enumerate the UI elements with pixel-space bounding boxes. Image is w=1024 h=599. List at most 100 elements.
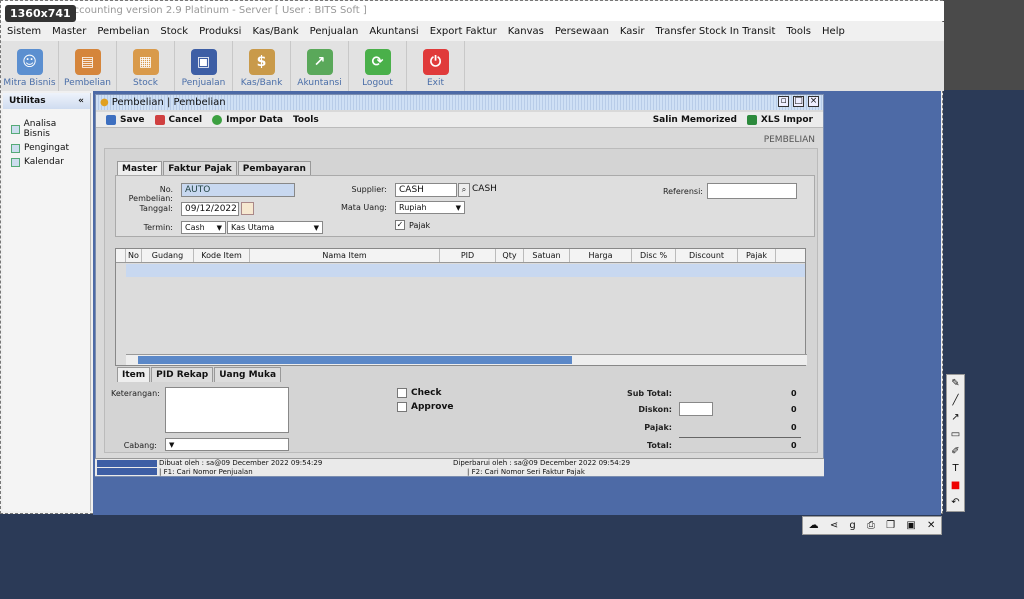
- pembelian-window: ● Pembelian | Pembelian ▫ □ × Save Cance…: [95, 94, 824, 477]
- form-tabs: Master Faktur Pajak Pembayaran: [117, 161, 312, 176]
- copy-icon[interactable]: ❐: [886, 520, 895, 531]
- toolbar-mitra-bisnis-button[interactable]: ☺ Mitra Bisnis: [1, 41, 59, 91]
- bar-chart-icon: [11, 124, 20, 134]
- termin-select[interactable]: Cash: [181, 221, 226, 234]
- keterangan-textarea[interactable]: [165, 387, 289, 433]
- print-icon[interactable]: ⎙: [867, 520, 875, 531]
- tab-uang-muka[interactable]: Uang Muka: [214, 367, 282, 382]
- share-icon[interactable]: ⋖: [830, 520, 838, 531]
- sidebar-item-analisa-bisnis[interactable]: Analisa Bisnis: [3, 117, 90, 141]
- menu-stock[interactable]: Stock: [160, 26, 188, 37]
- mata-uang-select[interactable]: Rupiah: [395, 201, 465, 214]
- col-harga[interactable]: Harga: [570, 249, 632, 262]
- tab-faktur-pajak[interactable]: Faktur Pajak: [163, 161, 237, 176]
- save-button[interactable]: Save: [106, 114, 145, 125]
- toolbar-penjualan-button[interactable]: ▣ Penjualan: [175, 41, 233, 91]
- menu-transfer-stock[interactable]: Transfer Stock In Transit: [656, 26, 776, 37]
- menu-produksi[interactable]: Produksi: [199, 26, 241, 37]
- menu-kanvas[interactable]: Kanvas: [508, 26, 544, 37]
- toolbar-logout-button[interactable]: ⟳ Logout: [349, 41, 407, 91]
- cabang-select[interactable]: [165, 438, 289, 451]
- col-satuan[interactable]: Satuan: [524, 249, 570, 262]
- horizontal-scrollbar[interactable]: [126, 354, 807, 365]
- menu-sistem[interactable]: Sistem: [7, 26, 41, 37]
- supplier-field[interactable]: CASH: [395, 183, 457, 197]
- cloud-upload-icon[interactable]: ☁: [809, 520, 819, 531]
- menu-help[interactable]: Help: [822, 26, 845, 37]
- toolbar-stock-button[interactable]: ▦ Stock: [117, 41, 175, 91]
- tab-master[interactable]: Master: [117, 161, 163, 176]
- toolbar-exit-button[interactable]: ⏻ Exit: [407, 41, 465, 91]
- col-gudang[interactable]: Gudang: [142, 249, 194, 262]
- referensi-field[interactable]: [707, 183, 797, 199]
- kas-select[interactable]: Kas Utama: [227, 221, 323, 234]
- google-icon[interactable]: g: [849, 520, 855, 531]
- cancel-button[interactable]: Cancel: [154, 114, 202, 125]
- salin-memorized-button[interactable]: Salin Memorized: [653, 115, 737, 125]
- diskon-field[interactable]: [679, 402, 713, 416]
- no-pembelian-label: No. Pembelian:: [128, 185, 173, 203]
- window-title: Pembelian | Pembelian: [111, 97, 226, 108]
- col-disc-pct[interactable]: Disc %: [632, 249, 676, 262]
- col-discount[interactable]: Discount: [676, 249, 738, 262]
- search-icon[interactable]: ⌕: [458, 183, 470, 197]
- menu-pembelian[interactable]: Pembelian: [97, 26, 149, 37]
- save-icon[interactable]: ▣: [906, 520, 915, 531]
- menu-master[interactable]: Master: [52, 26, 86, 37]
- xls-impor-button[interactable]: XLS Impor: [746, 114, 813, 125]
- menu-persewaan[interactable]: Persewaan: [555, 26, 609, 37]
- toolbar-pembelian-button[interactable]: ▤ Pembelian: [59, 41, 117, 91]
- close-icon[interactable]: ✕: [927, 520, 935, 531]
- total-divider: [679, 437, 801, 438]
- restore-icon[interactable]: ▫: [778, 96, 789, 107]
- impor-data-button[interactable]: Impor Data: [212, 114, 283, 125]
- section-label: PEMBELIAN: [763, 135, 815, 145]
- table-row[interactable]: [126, 264, 805, 277]
- text-icon[interactable]: T: [952, 460, 958, 477]
- sidebar-header: Utilitas «: [3, 93, 90, 109]
- col-pid[interactable]: PID: [440, 249, 496, 262]
- pajak-total-label: Pajak:: [644, 423, 672, 432]
- pajak-checkbox[interactable]: ✓ Pajak: [395, 220, 430, 230]
- col-qty[interactable]: Qty: [496, 249, 524, 262]
- toolbar-akuntansi-button[interactable]: ↗ Akuntansi: [291, 41, 349, 91]
- keterangan-label: Keterangan:: [111, 389, 160, 398]
- tab-pembayaran[interactable]: Pembayaran: [237, 161, 311, 176]
- col-nama-item[interactable]: Nama Item: [250, 249, 440, 262]
- col-no[interactable]: No: [126, 249, 142, 262]
- approve-checkbox[interactable]: Approve: [397, 402, 453, 412]
- check-checkbox[interactable]: Check: [397, 388, 441, 398]
- line-icon[interactable]: ╱: [952, 392, 958, 409]
- menu-kas-bank[interactable]: Kas/Bank: [252, 26, 298, 37]
- sidebar-item-pengingat[interactable]: Pengingat: [3, 141, 90, 155]
- menu-akuntansi[interactable]: Akuntansi: [369, 26, 418, 37]
- menu-kasir[interactable]: Kasir: [620, 26, 645, 37]
- updated-info: Diperbarui oleh : sa@09 December 2022 09…: [453, 459, 631, 467]
- arrow-icon[interactable]: ↗: [951, 409, 959, 426]
- scrollbar-thumb[interactable]: [138, 356, 572, 364]
- menu-penjualan[interactable]: Penjualan: [310, 26, 359, 37]
- toolbar-kas-bank-button[interactable]: $ Kas/Bank: [233, 41, 291, 91]
- pen-icon[interactable]: ✎: [951, 375, 959, 392]
- tab-pid-rekap[interactable]: PID Rekap: [151, 367, 214, 382]
- tools-button[interactable]: Tools: [293, 115, 319, 125]
- boxes-icon: ▦: [132, 49, 159, 75]
- maximize-icon[interactable]: □: [793, 96, 804, 107]
- rectangle-icon[interactable]: ▭: [951, 426, 960, 443]
- window-controls: ▫ □ ×: [778, 96, 819, 107]
- calendar-picker-icon[interactable]: [241, 202, 254, 215]
- col-kode-item[interactable]: Kode Item: [194, 249, 250, 262]
- close-icon[interactable]: ×: [808, 96, 819, 107]
- color-swatch[interactable]: ■: [951, 477, 960, 494]
- menu-export-faktur[interactable]: Export Faktur: [430, 26, 497, 37]
- menu-tools[interactable]: Tools: [786, 26, 811, 37]
- col-pajak[interactable]: Pajak: [738, 249, 776, 262]
- tab-item[interactable]: Item: [117, 367, 151, 382]
- marker-icon[interactable]: ✐: [951, 443, 959, 460]
- sidebar-item-kalendar[interactable]: Kalendar: [3, 155, 90, 169]
- diskon-label: Diskon:: [638, 405, 672, 414]
- collapse-icon[interactable]: «: [78, 96, 84, 106]
- undo-icon[interactable]: ↶: [951, 494, 959, 511]
- no-pembelian-field[interactable]: AUTO: [181, 183, 295, 197]
- tanggal-field[interactable]: 09/12/2022: [181, 202, 239, 216]
